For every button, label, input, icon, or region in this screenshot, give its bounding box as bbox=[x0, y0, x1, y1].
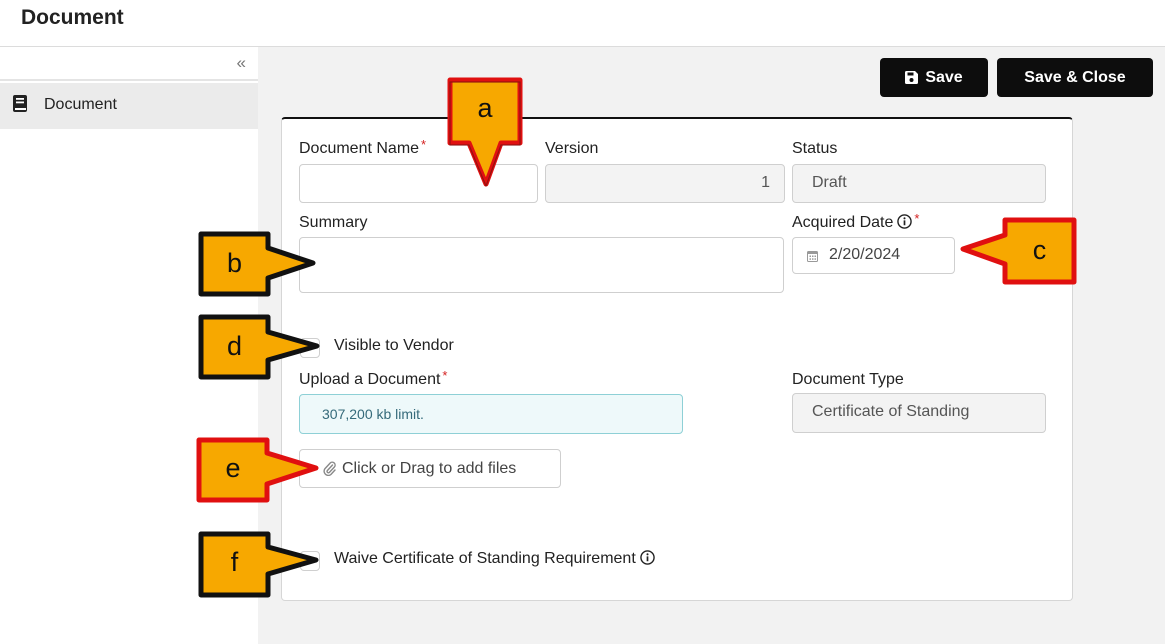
document-name-label: Document Name * bbox=[299, 137, 427, 157]
document-type-field: Certificate of Standing bbox=[792, 393, 1046, 433]
floppy-disk-icon bbox=[905, 71, 919, 84]
document-type-label: Document Type bbox=[792, 371, 904, 388]
status-label: Status bbox=[792, 140, 838, 157]
info-icon[interactable] bbox=[897, 214, 913, 229]
version-label: Version bbox=[545, 140, 599, 157]
callout-a: a bbox=[446, 76, 524, 190]
required-asterisk: * bbox=[421, 137, 427, 152]
callout-c-text: c bbox=[1032, 235, 1047, 265]
acquired-date-label: Acquired Date * bbox=[792, 211, 920, 231]
paperclip-icon bbox=[323, 461, 336, 476]
save-and-close-button-label: Save & Close bbox=[1024, 68, 1126, 86]
callout-b: b bbox=[197, 230, 318, 298]
callout-b-text: b bbox=[226, 248, 243, 278]
upload-limit-info: 307,200 kb limit. bbox=[299, 394, 683, 434]
acquired-date-input[interactable]: 2/20/2024 bbox=[792, 237, 955, 274]
document-form-card: Document Name * Version 1 Status Draft Su… bbox=[281, 117, 1073, 601]
callout-a-text: a bbox=[477, 93, 493, 123]
callout-d-text: d bbox=[226, 331, 243, 361]
callout-f-text: f bbox=[230, 547, 239, 577]
calendar-icon[interactable] bbox=[807, 250, 818, 262]
visible-to-vendor-label: Visible to Vendor bbox=[334, 337, 454, 354]
add-files-button[interactable]: Click or Drag to add files bbox=[299, 449, 561, 488]
sidebar-collapse-row: « bbox=[0, 47, 258, 81]
version-value: 1 bbox=[761, 174, 770, 191]
status-value: Draft bbox=[812, 174, 847, 191]
double-chevron-left-icon[interactable]: « bbox=[237, 54, 246, 72]
page-title: Document bbox=[21, 6, 124, 29]
required-asterisk: * bbox=[914, 211, 920, 226]
add-files-button-label: Click or Drag to add files bbox=[342, 459, 517, 477]
info-icon[interactable] bbox=[640, 550, 655, 565]
callout-d: d bbox=[197, 313, 322, 381]
save-button[interactable]: Save bbox=[880, 58, 988, 97]
sidebar-item-label: Document bbox=[44, 96, 117, 113]
top-bar: Document bbox=[0, 0, 1165, 47]
callout-f: f bbox=[197, 530, 321, 599]
sidebar-item-document[interactable]: Document bbox=[0, 83, 258, 129]
status-field: Draft bbox=[792, 164, 1046, 203]
upload-limit-text: 307,200 kb limit. bbox=[322, 406, 424, 422]
waive-requirement-label: Waive Certificate of Standing Requiremen… bbox=[334, 550, 655, 568]
required-asterisk: * bbox=[442, 368, 448, 383]
document-type-value: Certificate of Standing bbox=[812, 403, 970, 420]
save-button-label: Save bbox=[925, 68, 963, 86]
version-field: 1 bbox=[545, 164, 785, 203]
callout-c: c bbox=[959, 216, 1078, 286]
save-and-close-button[interactable]: Save & Close bbox=[997, 58, 1153, 97]
callout-e: e bbox=[195, 436, 321, 504]
acquired-date-value: 2/20/2024 bbox=[829, 246, 901, 263]
summary-input[interactable] bbox=[299, 237, 784, 293]
book-icon bbox=[13, 95, 27, 112]
callout-e-text: e bbox=[225, 453, 241, 483]
